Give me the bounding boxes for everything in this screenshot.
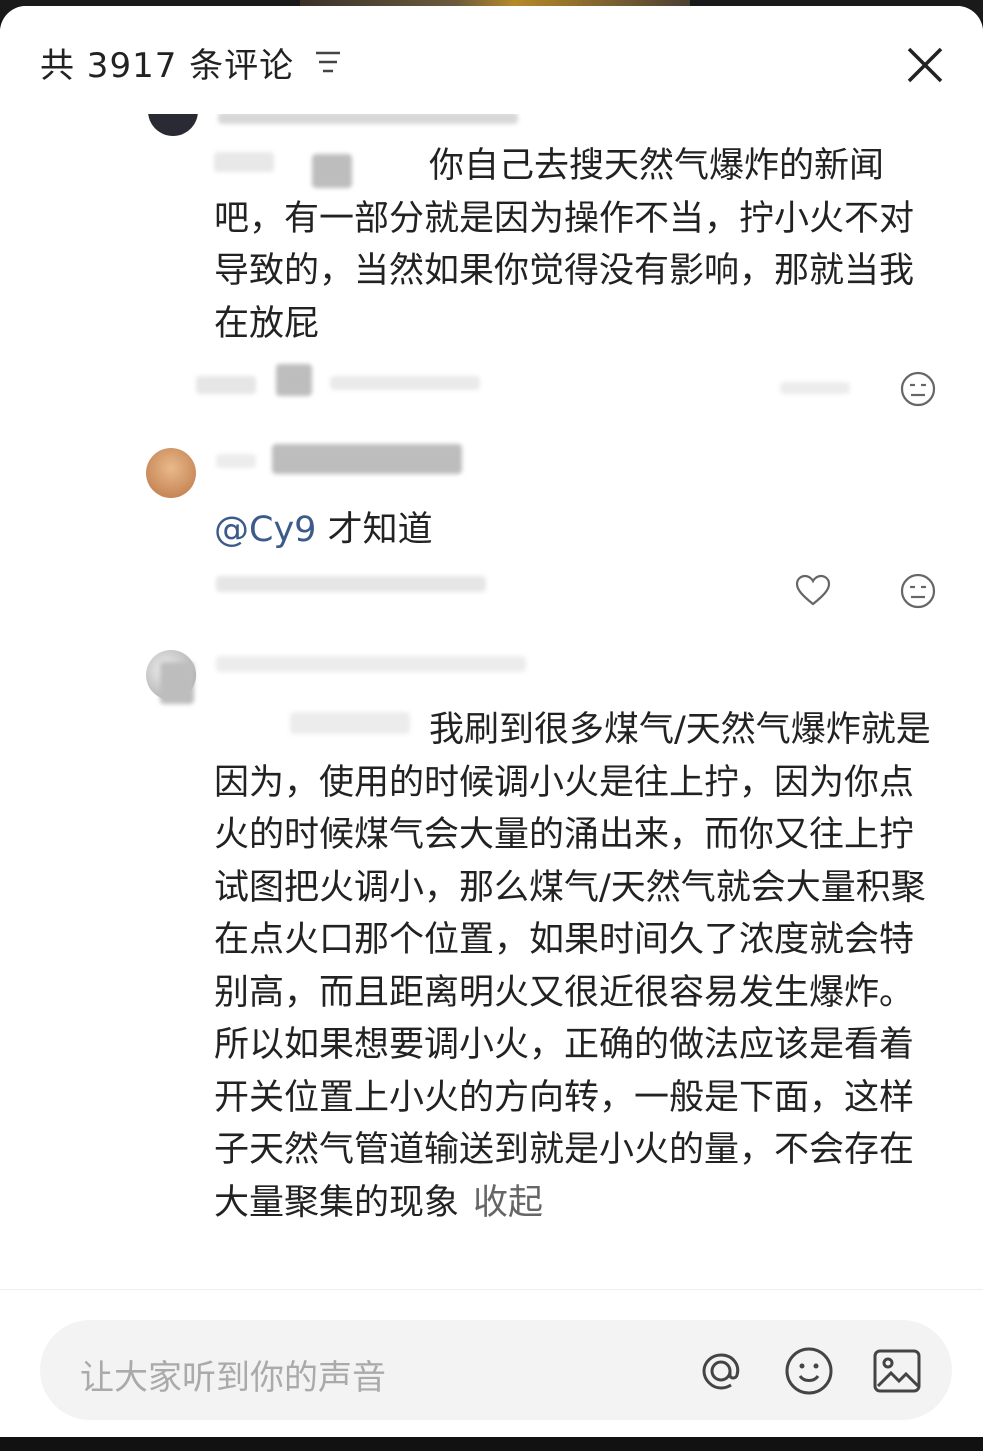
bottom-bar: [0, 1437, 983, 1451]
at-icon[interactable]: [694, 1344, 748, 1398]
close-icon[interactable]: [900, 40, 950, 90]
blurred-like-count: [780, 382, 850, 394]
comment-text: 我刷到很多煤气/天然气爆炸就是因为，使用的时候调小火是往上拧，因为你点火的时候煤…: [214, 704, 944, 1229]
blurred-meta: [216, 576, 486, 592]
heart-icon[interactable]: [794, 572, 832, 610]
comment-input[interactable]: 让大家听到你的声音: [40, 1320, 952, 1420]
blurred-username: [216, 656, 526, 672]
comment-list[interactable]: 你自己去搜天然气爆炸的新闻吧，有一部分就是因为操作不当，拧小火不对导致的，当然如…: [0, 114, 983, 1294]
input-placeholder: 让大家听到你的声音: [80, 1358, 386, 1398]
blurred-meta: [276, 364, 312, 396]
blurred-meta: [196, 376, 256, 394]
mention-link[interactable]: @Cy9: [214, 510, 316, 550]
comment-count-title: 共 3917 条评论: [40, 46, 295, 86]
comment-body: 你自己去搜天然气爆炸的新闻吧，有一部分就是因为操作不当，拧小火不对导致的，当然如…: [214, 146, 915, 344]
comment-input-bar: 让大家听到你的声音: [0, 1289, 983, 1437]
blurred-avatar-overlay: [160, 662, 194, 704]
blurred-meta: [330, 376, 480, 390]
comment-text: 你自己去搜天然气爆炸的新闻吧，有一部分就是因为操作不当，拧小火不对导致的，当然如…: [214, 140, 944, 350]
comment-header: 共 3917 条评论: [0, 6, 983, 114]
blurred-username: [272, 444, 462, 474]
avatar[interactable]: [146, 448, 196, 498]
emoji-icon[interactable]: [782, 1344, 836, 1398]
image-icon[interactable]: [870, 1344, 924, 1398]
comment-text: @Cy9 才知道: [214, 504, 944, 557]
blurred-username: [218, 114, 518, 124]
sort-icon[interactable]: [312, 46, 344, 78]
comment-body: 才知道: [327, 510, 433, 550]
comment-sheet: 共 3917 条评论 你自己去搜天然气爆炸的新闻吧，有一部分就是因为操作不当，拧…: [0, 6, 983, 1437]
blurred-username: [216, 454, 256, 468]
avatar[interactable]: [148, 114, 198, 136]
meh-face-icon[interactable]: [899, 572, 937, 610]
collapse-link[interactable]: 收起: [473, 1183, 543, 1223]
meh-face-icon[interactable]: [899, 370, 937, 408]
comment-body: 我刷到很多煤气/天然气爆炸就是因为，使用的时候调小火是往上拧，因为你点火的时候煤…: [214, 710, 931, 1223]
